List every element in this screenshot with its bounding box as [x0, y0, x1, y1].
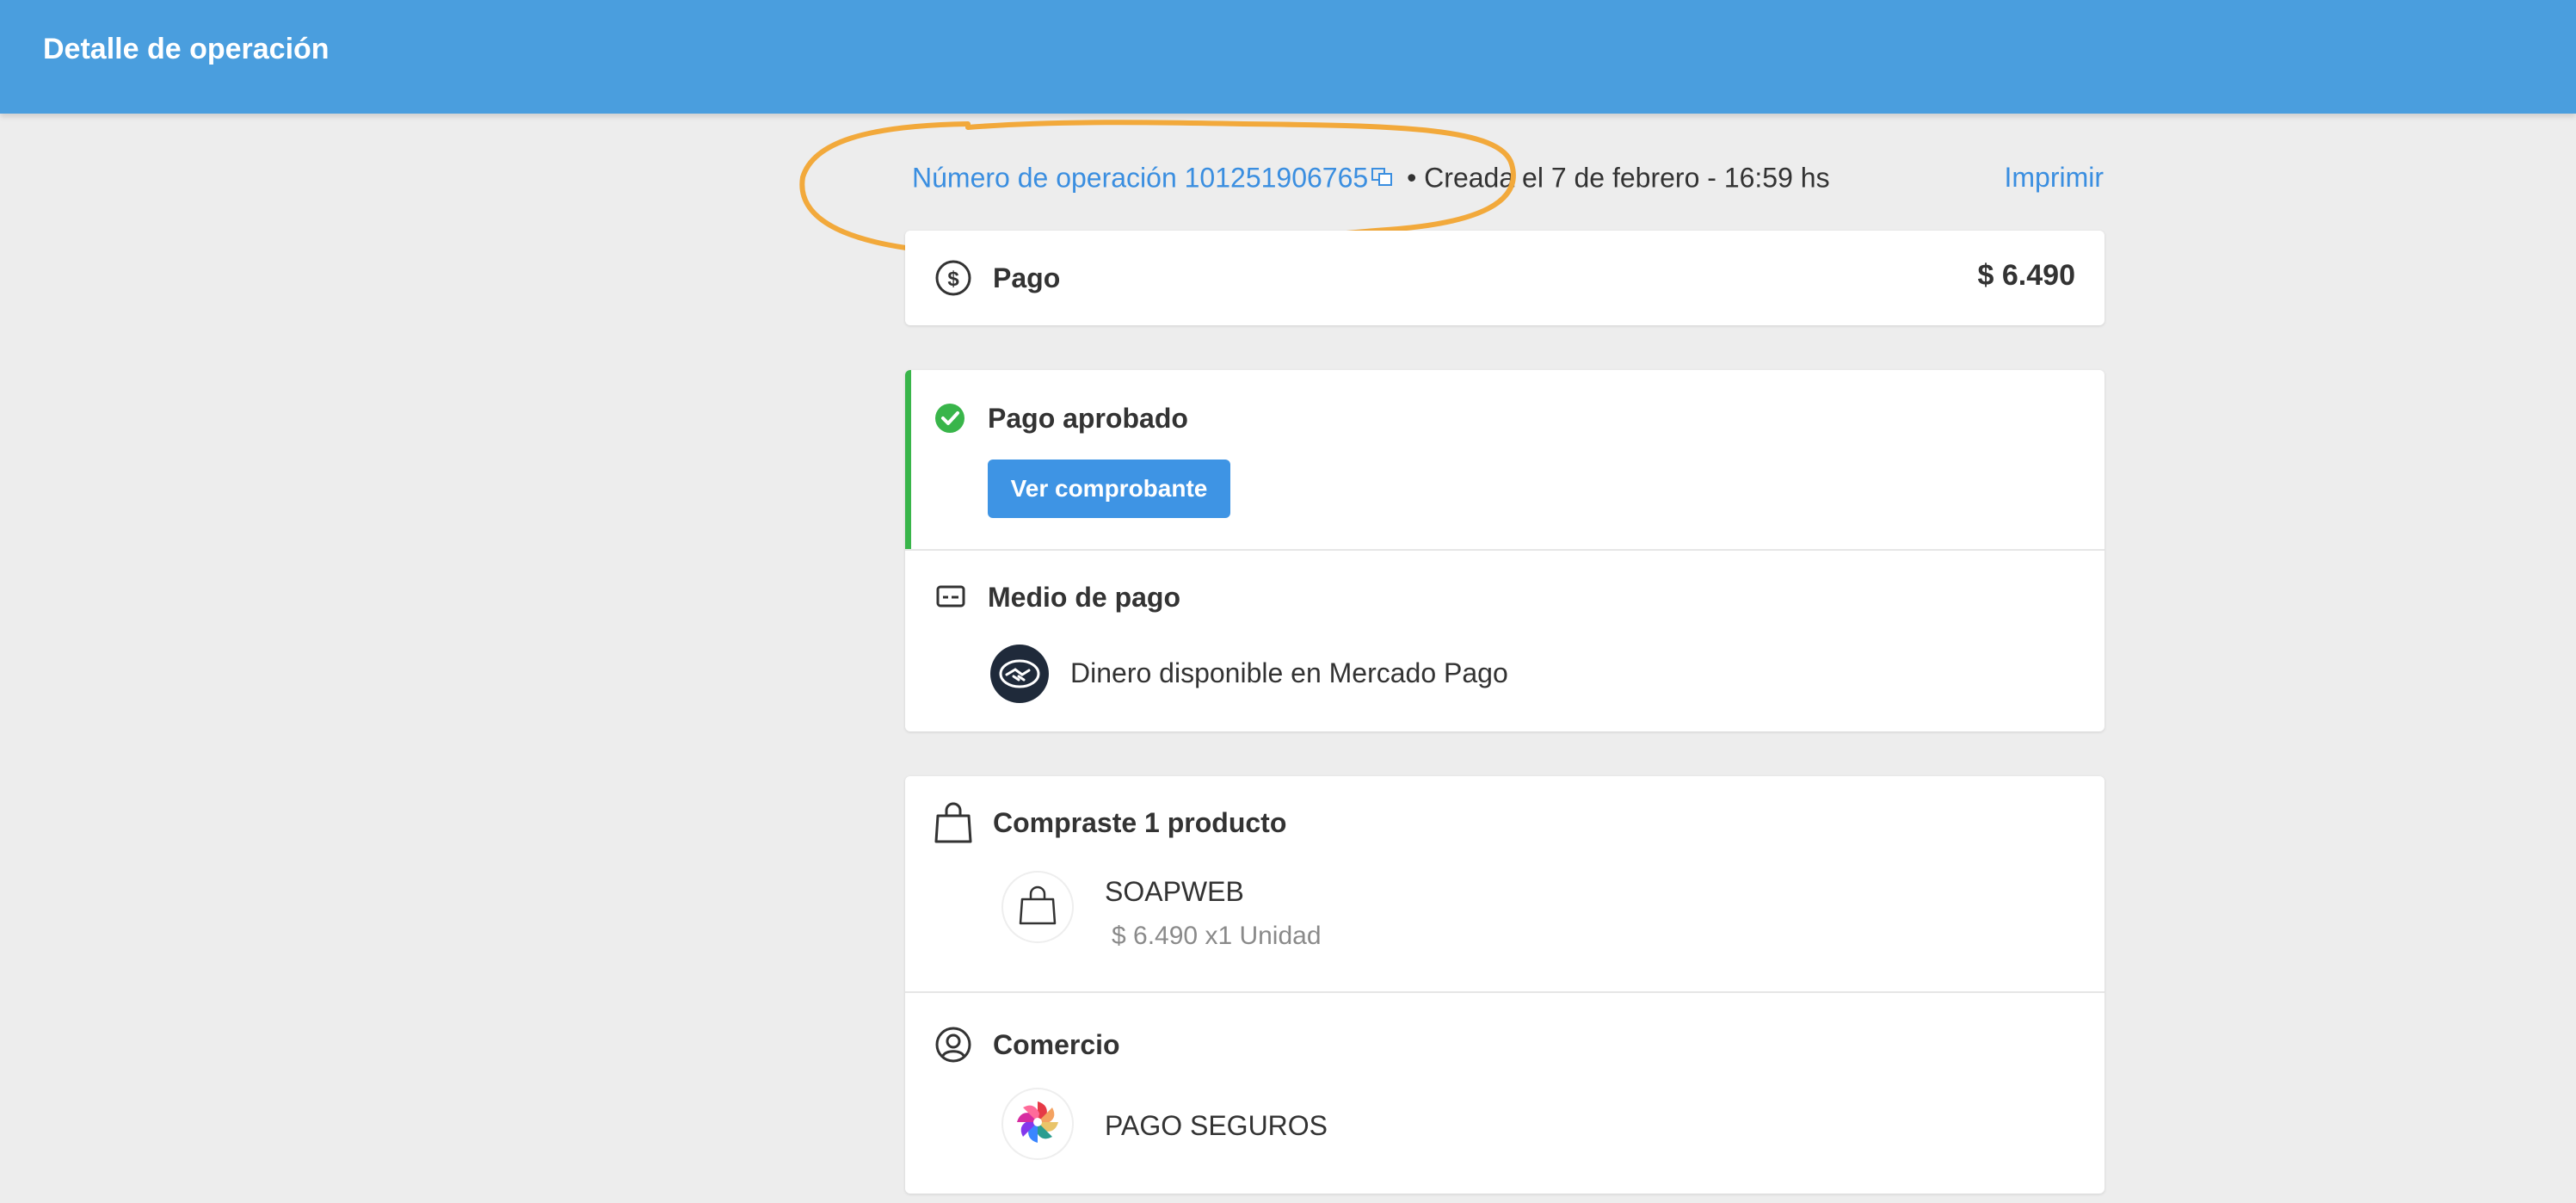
shopping-bag-icon [934, 802, 972, 848]
page-title: Detalle de operación [43, 33, 330, 65]
payment-label: Pago [993, 262, 1061, 293]
merchant-pinwheel-icon [1012, 1096, 1063, 1152]
top-header-bar: Detalle de operación [0, 0, 2576, 114]
payment-card: $ Pago $ 6.490 [905, 231, 2105, 325]
products-title: Compraste 1 producto [993, 807, 1287, 838]
merchant-title: Comercio [993, 1029, 1120, 1060]
approved-accent-bar [905, 370, 911, 551]
shopping-bag-icon [1019, 885, 1057, 929]
merchant-logo [1001, 1088, 1074, 1160]
svg-text:$: $ [947, 268, 959, 291]
payment-method-title: Medio de pago [988, 582, 1180, 613]
purchase-card: Compraste 1 producto SOAPWEB $ 6.490 x1 … [905, 776, 2105, 1194]
product-price: $ 6.490 x1 Unidad [1112, 919, 1322, 953]
status-title: Pago aprobado [988, 403, 1188, 434]
user-circle-icon [934, 1026, 972, 1068]
merchant-name: PAGO SEGUROS [1105, 1110, 1328, 1141]
print-link[interactable]: Imprimir [2004, 160, 2104, 194]
view-voucher-button[interactable]: Ver comprobante [988, 460, 1230, 518]
divider [905, 991, 2105, 993]
payment-amount: $ 6.490 [1977, 259, 2075, 292]
dollar-circle-icon: $ [934, 259, 972, 301]
operation-created-date: • Creada el 7 de febrero - 16:59 hs [1399, 162, 1830, 194]
operation-number-link[interactable]: Número de operación 101251906765 [912, 162, 1368, 193]
product-quantity: x1 Unidad [1205, 922, 1322, 950]
copy-icon[interactable] [1371, 160, 1394, 194]
product-thumbnail [1001, 871, 1074, 943]
operation-info-line: Número de operación 101251906765 • Cread… [912, 160, 1830, 200]
status-card: Pago aprobado Ver comprobante Medio de p… [905, 370, 2105, 731]
product-name: SOAPWEB [1105, 876, 1244, 907]
product-price-value: $ 6.490 [1112, 922, 1199, 950]
check-circle-icon [934, 403, 965, 438]
payment-method-name: Dinero disponible en Mercado Pago [1070, 657, 1508, 688]
divider [905, 549, 2105, 551]
card-icon [936, 585, 965, 612]
mercado-pago-handshake-icon [989, 644, 1050, 708]
